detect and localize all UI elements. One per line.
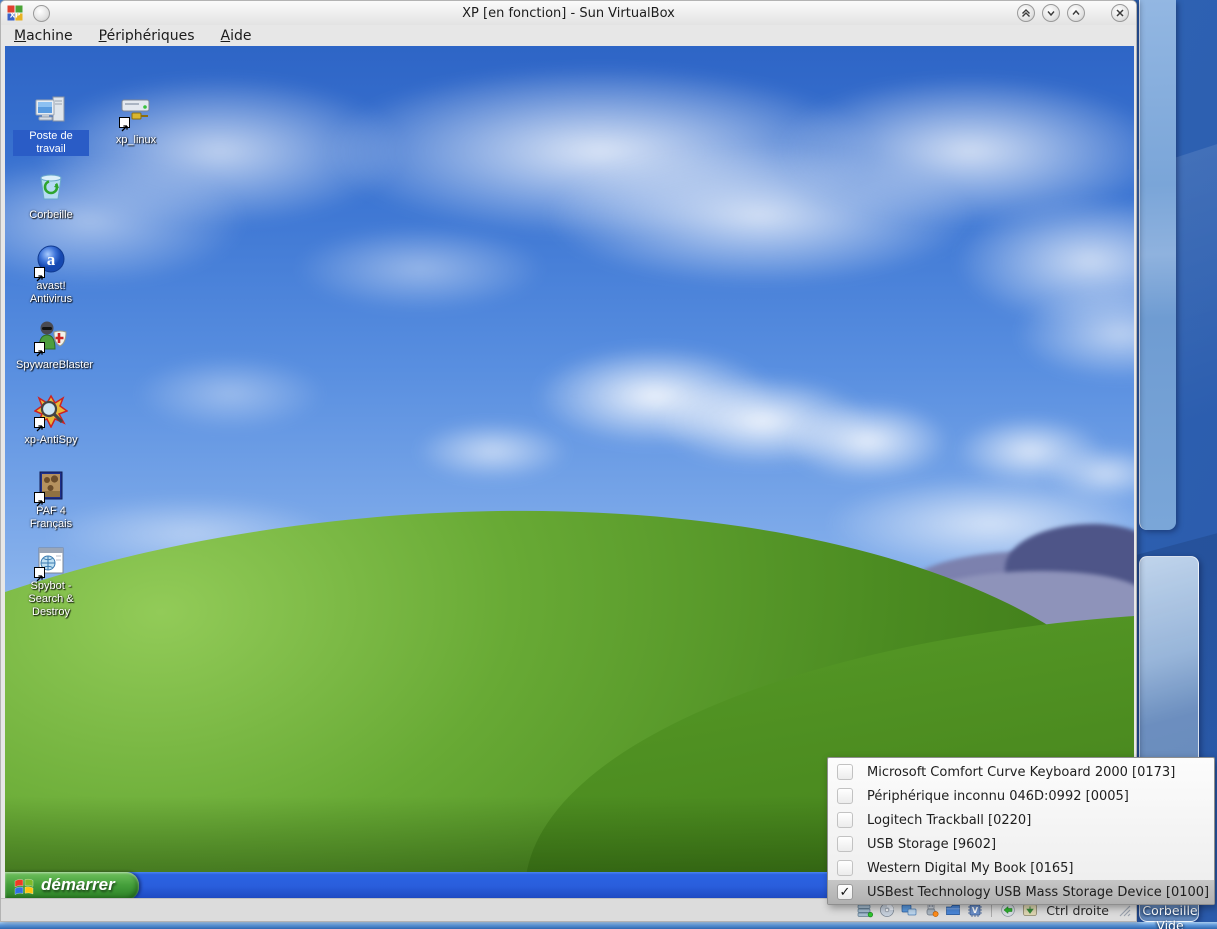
menu-item-label: USBest Technology USB Mass Storage Devic… bbox=[867, 885, 1209, 900]
statusbar-separator bbox=[991, 903, 992, 917]
desktop-icon-paf[interactable]: PAF 4 Français bbox=[13, 469, 89, 531]
menu-item-usb-device[interactable]: Western Digital My Book [0165] bbox=[828, 856, 1214, 880]
start-label: démarrer bbox=[41, 875, 115, 897]
spybot-icon bbox=[34, 544, 68, 578]
menu-item-usb-device[interactable]: Logitech Trackball [0220] bbox=[828, 808, 1214, 832]
shade-button[interactable] bbox=[1017, 4, 1035, 22]
chevron-down-icon bbox=[1045, 7, 1057, 19]
my-computer-icon bbox=[34, 94, 68, 128]
icon-label: Spybot - Search & Destroy bbox=[9, 580, 93, 619]
shortcut-arrow-icon bbox=[34, 417, 45, 428]
shortcut-arrow-icon bbox=[34, 267, 45, 278]
checkbox-unchecked bbox=[837, 836, 853, 852]
icon-label: xp-AntiSpy bbox=[21, 434, 80, 447]
titlebar[interactable]: XP XP [en fonction] - Sun VirtualBox bbox=[1, 1, 1136, 25]
icon-label: Poste de travail bbox=[13, 130, 89, 156]
desktop-icon-poste-de-travail[interactable]: Poste de travail bbox=[13, 94, 89, 156]
spywareblaster-icon bbox=[34, 319, 68, 353]
menu-item-label: Western Digital My Book [0165] bbox=[867, 861, 1074, 876]
menu-item-label: Périphérique inconnu 046D:0992 [0005] bbox=[867, 789, 1129, 804]
menubar: Machine Périphériques Aide bbox=[1, 25, 1136, 46]
close-button[interactable] bbox=[1111, 4, 1129, 22]
avast-icon: a bbox=[34, 244, 68, 278]
check-icon: ✓ bbox=[840, 885, 851, 900]
icon-label: Corbeille bbox=[26, 209, 75, 222]
desktop-icon-xp-antispy[interactable]: xp-AntiSpy bbox=[13, 394, 89, 447]
checkbox-unchecked bbox=[837, 788, 853, 804]
menu-item-usb-device[interactable]: Microsoft Comfort Curve Keyboard 2000 [0… bbox=[828, 760, 1214, 784]
menu-item-usb-device[interactable]: USB Storage [9602] bbox=[828, 832, 1214, 856]
minimize-button[interactable] bbox=[1042, 4, 1060, 22]
host-panel-edge bbox=[0, 922, 1217, 929]
checkbox-unchecked bbox=[837, 812, 853, 828]
checkbox-unchecked bbox=[837, 764, 853, 780]
shortcut-arrow-icon bbox=[119, 117, 130, 128]
recycle-bin-icon bbox=[34, 169, 68, 203]
icon-label: PAF 4 Français bbox=[13, 505, 89, 531]
svg-text:V: V bbox=[972, 906, 979, 915]
shortcut-arrow-icon bbox=[34, 567, 45, 578]
maximize-button[interactable] bbox=[1067, 4, 1085, 22]
desktop-icon-corbeille[interactable]: Corbeille bbox=[13, 169, 89, 222]
host-background-window[interactable] bbox=[1139, 0, 1176, 530]
shortcut-arrow-icon bbox=[34, 342, 45, 353]
xp-antispy-icon bbox=[34, 394, 68, 428]
desktop-icon-spywareblaster[interactable]: SpywareBlaster bbox=[13, 319, 89, 372]
network-drive-icon bbox=[119, 94, 153, 128]
menu-item-usb-device-selected[interactable]: ✓ USBest Technology USB Mass Storage Dev… bbox=[828, 880, 1214, 904]
screen: Corbeille Vide XP XP [en fonction] - Sun… bbox=[0, 0, 1217, 929]
paf-photo-icon bbox=[34, 469, 68, 503]
desktop-icon-spybot[interactable]: Spybot - Search & Destroy bbox=[9, 544, 93, 619]
windows-flag-icon bbox=[13, 875, 35, 897]
menu-peripheriques[interactable]: Périphériques bbox=[99, 28, 195, 44]
menu-item-label: Microsoft Comfort Curve Keyboard 2000 [0… bbox=[867, 765, 1175, 780]
chevron-up-icon bbox=[1070, 7, 1082, 19]
window-title: XP [en fonction] - Sun VirtualBox bbox=[1, 6, 1136, 21]
host-trash-label[interactable]: Corbeille Vide bbox=[1138, 903, 1202, 929]
double-chevron-up-icon bbox=[1020, 7, 1032, 19]
icon-label: avast! Antivirus bbox=[13, 280, 89, 306]
checkbox-unchecked bbox=[837, 860, 853, 876]
svg-text:a: a bbox=[47, 250, 56, 269]
icon-label: SpywareBlaster bbox=[13, 359, 96, 372]
menu-item-label: Logitech Trackball [0220] bbox=[867, 813, 1031, 828]
usb-devices-menu: Microsoft Comfort Curve Keyboard 2000 [0… bbox=[827, 757, 1215, 905]
menu-item-label: USB Storage [9602] bbox=[867, 837, 996, 852]
menu-machine[interactable]: Machine bbox=[14, 28, 73, 44]
checkbox-checked: ✓ bbox=[837, 884, 853, 900]
close-icon bbox=[1114, 7, 1126, 19]
start-button[interactable]: démarrer bbox=[5, 872, 139, 900]
menu-aide[interactable]: Aide bbox=[221, 28, 252, 44]
desktop-icon-avast[interactable]: a avast! Antivirus bbox=[13, 244, 89, 306]
desktop-icon-xp-linux[interactable]: xp_linux bbox=[98, 94, 174, 147]
menu-item-usb-device[interactable]: Périphérique inconnu 046D:0992 [0005] bbox=[828, 784, 1214, 808]
shortcut-arrow-icon bbox=[34, 492, 45, 503]
icon-label: xp_linux bbox=[113, 134, 159, 147]
